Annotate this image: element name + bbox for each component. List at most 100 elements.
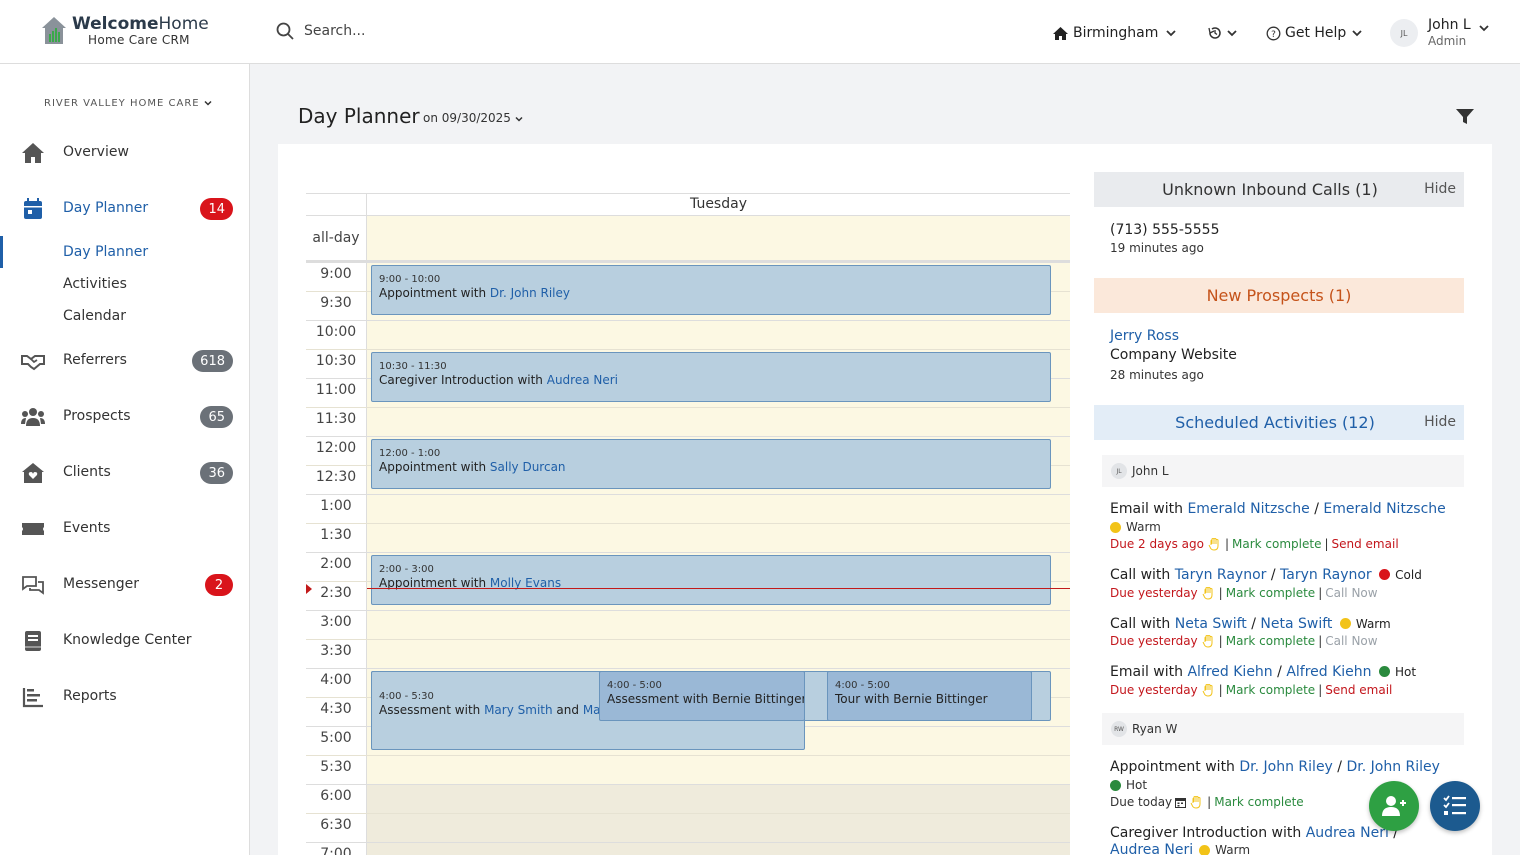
user-name: John L: [1428, 17, 1471, 33]
time-slot-label: 3:30: [320, 643, 352, 659]
location-selector[interactable]: Birmingham: [1052, 22, 1177, 44]
grid-line: [306, 668, 1070, 669]
mark-complete-link[interactable]: Mark complete: [1226, 586, 1315, 600]
activity-title: Caregiver Introduction with Audrea Neri …: [1110, 825, 1399, 841]
activity-status: Warm: [1110, 520, 1161, 534]
hand-icon[interactable]: [1202, 683, 1216, 697]
org-selector[interactable]: RIVER VALLEY HOME CARE: [44, 98, 212, 109]
mark-complete-link[interactable]: Mark complete: [1226, 683, 1315, 697]
new-prospects-header: New Prospects (1): [1094, 278, 1464, 313]
subnav-calendar[interactable]: Calendar: [63, 308, 126, 324]
time-slot-label: 1:00: [320, 498, 352, 514]
calendar-event[interactable]: 10:30 - 11:30 Caregiver Introduction wit…: [371, 352, 1051, 402]
hand-icon[interactable]: [1190, 795, 1204, 809]
search-input[interactable]: [304, 20, 564, 42]
avatar: RW: [1111, 721, 1127, 737]
activity-contact-link[interactable]: Dr. John Riley: [1346, 759, 1439, 775]
activity-status: Hot: [1110, 778, 1147, 792]
grid-line: [306, 349, 1070, 350]
time-slot-label: 1:30: [320, 527, 352, 543]
mark-complete-link[interactable]: Mark complete: [1232, 537, 1321, 551]
activity-contact-link[interactable]: Emerald Nitzsche: [1187, 501, 1309, 517]
history-menu[interactable]: [1207, 22, 1237, 44]
mark-complete-link[interactable]: Mark complete: [1214, 795, 1303, 809]
current-time-arrow: [306, 584, 312, 594]
nav-label: Referrers: [63, 352, 127, 368]
activity-contact-link[interactable]: Alfred Kiehn: [1286, 664, 1371, 680]
time-slot-label: 2:30: [320, 585, 352, 601]
prospect-time: 28 minutes ago: [1110, 368, 1204, 382]
search-icon: [276, 22, 294, 40]
current-time-line: [367, 588, 1070, 589]
chat-icon: [22, 576, 44, 595]
task-list-button[interactable]: [1430, 781, 1480, 831]
subnav-day-planner[interactable]: Day Planner: [63, 244, 148, 260]
date-selector[interactable]: on 09/30/2025: [423, 111, 523, 125]
nav-referrers[interactable]: Referrers 618: [0, 341, 249, 381]
user-menu[interactable]: JL John L Admin: [1390, 17, 1489, 49]
activity-actions: Due today | Mark complete: [1110, 795, 1304, 809]
call-number[interactable]: (713) 555-5555: [1110, 222, 1220, 238]
handshake-icon: [21, 355, 45, 371]
subnav-activities[interactable]: Activities: [63, 276, 127, 292]
hide-unknown-calls[interactable]: Hide: [1424, 181, 1456, 197]
event-contact-link[interactable]: Mary Smith: [484, 703, 553, 717]
activity-contact-link[interactable]: Emerald Nitzsche: [1323, 501, 1445, 517]
hand-icon[interactable]: [1202, 586, 1216, 600]
nav-reports[interactable]: Reports: [0, 677, 249, 717]
filter-icon[interactable]: [1456, 109, 1474, 125]
activity-contact-link[interactable]: Alfred Kiehn: [1187, 664, 1272, 680]
nav-prospects[interactable]: Prospects 65: [0, 397, 249, 437]
mark-complete-link[interactable]: Mark complete: [1226, 634, 1315, 648]
after-hours-shading: [367, 784, 1070, 855]
call-now-link[interactable]: Call Now: [1325, 586, 1377, 600]
activity-actions: Due yesterday | Mark complete | Send email: [1110, 683, 1393, 697]
prospect-name-link[interactable]: Jerry Ross: [1110, 328, 1179, 344]
page-title: Day Planner: [298, 104, 420, 128]
help-menu[interactable]: ? Get Help: [1266, 22, 1362, 44]
nav-knowledge-center[interactable]: Knowledge Center: [0, 621, 249, 661]
calendar-event[interactable]: 2:00 - 3:00 Appointment with Molly Evans: [371, 555, 1051, 605]
calendar-icon[interactable]: [1175, 797, 1187, 808]
calendar-event[interactable]: 9:00 - 10:00 Appointment with Dr. John R…: [371, 265, 1051, 315]
time-slot-label: 6:00: [320, 788, 352, 804]
hand-icon[interactable]: [1208, 537, 1222, 551]
nav-clients[interactable]: Clients 36: [0, 453, 249, 493]
grid-line: [306, 494, 1070, 495]
checklist-icon: [1443, 795, 1466, 815]
grid-line: [306, 436, 1070, 437]
nav-events[interactable]: Events: [0, 509, 249, 549]
event-contact-link[interactable]: Dr. John Riley: [490, 286, 570, 300]
calendar-icon: [24, 198, 42, 219]
nav-messenger[interactable]: Messenger 2: [0, 565, 249, 605]
activity-contact-link[interactable]: Dr. John Riley: [1239, 759, 1332, 775]
activity-contact-link[interactable]: Audrea Neri: [1110, 842, 1193, 855]
nav-day-planner[interactable]: Day Planner 14: [0, 189, 249, 229]
event-contact-link[interactable]: Sally Durcan: [490, 460, 566, 474]
nav-label: Day Planner: [63, 200, 149, 216]
hand-icon[interactable]: [1202, 634, 1216, 648]
call-now-link[interactable]: Call Now: [1325, 634, 1377, 648]
calendar-event[interactable]: 12:00 - 1:00 Appointment with Sally Durc…: [371, 439, 1051, 489]
activity-contact-link[interactable]: Audrea Neri: [1306, 825, 1389, 841]
logo[interactable]: WelcomeHome Home Care CRM: [40, 12, 240, 54]
add-prospect-button[interactable]: [1369, 781, 1419, 831]
send-email-link[interactable]: Send email: [1332, 537, 1399, 551]
allday-cell[interactable]: [367, 216, 1070, 260]
calendar-event[interactable]: 4:00 - 5:00 Assessment with Bernie Bitti…: [599, 671, 805, 721]
time-slot-label: 4:30: [320, 701, 352, 717]
send-email-link[interactable]: Send email: [1325, 683, 1392, 697]
hide-scheduled-activities[interactable]: Hide: [1424, 414, 1456, 430]
event-contact-link[interactable]: Audrea Neri: [547, 373, 618, 387]
nav-label: Knowledge Center: [63, 632, 192, 648]
nav-overview[interactable]: Overview: [0, 133, 249, 173]
activity-contact-link[interactable]: Neta Swift: [1175, 616, 1247, 632]
time-slot-label: 7:00: [320, 846, 352, 855]
day-planner-badge: 14: [200, 198, 233, 220]
activity-contact-link[interactable]: Taryn Raynor: [1280, 567, 1372, 583]
activity-contact-link[interactable]: Neta Swift: [1260, 616, 1332, 632]
time-slot-label: 11:30: [315, 411, 357, 427]
calendar-event[interactable]: 4:00 - 5:00 Tour with Bernie Bittinger: [827, 671, 1032, 721]
activity-contact-link[interactable]: Taryn Raynor: [1175, 567, 1267, 583]
prospects-badge: 65: [200, 406, 233, 428]
